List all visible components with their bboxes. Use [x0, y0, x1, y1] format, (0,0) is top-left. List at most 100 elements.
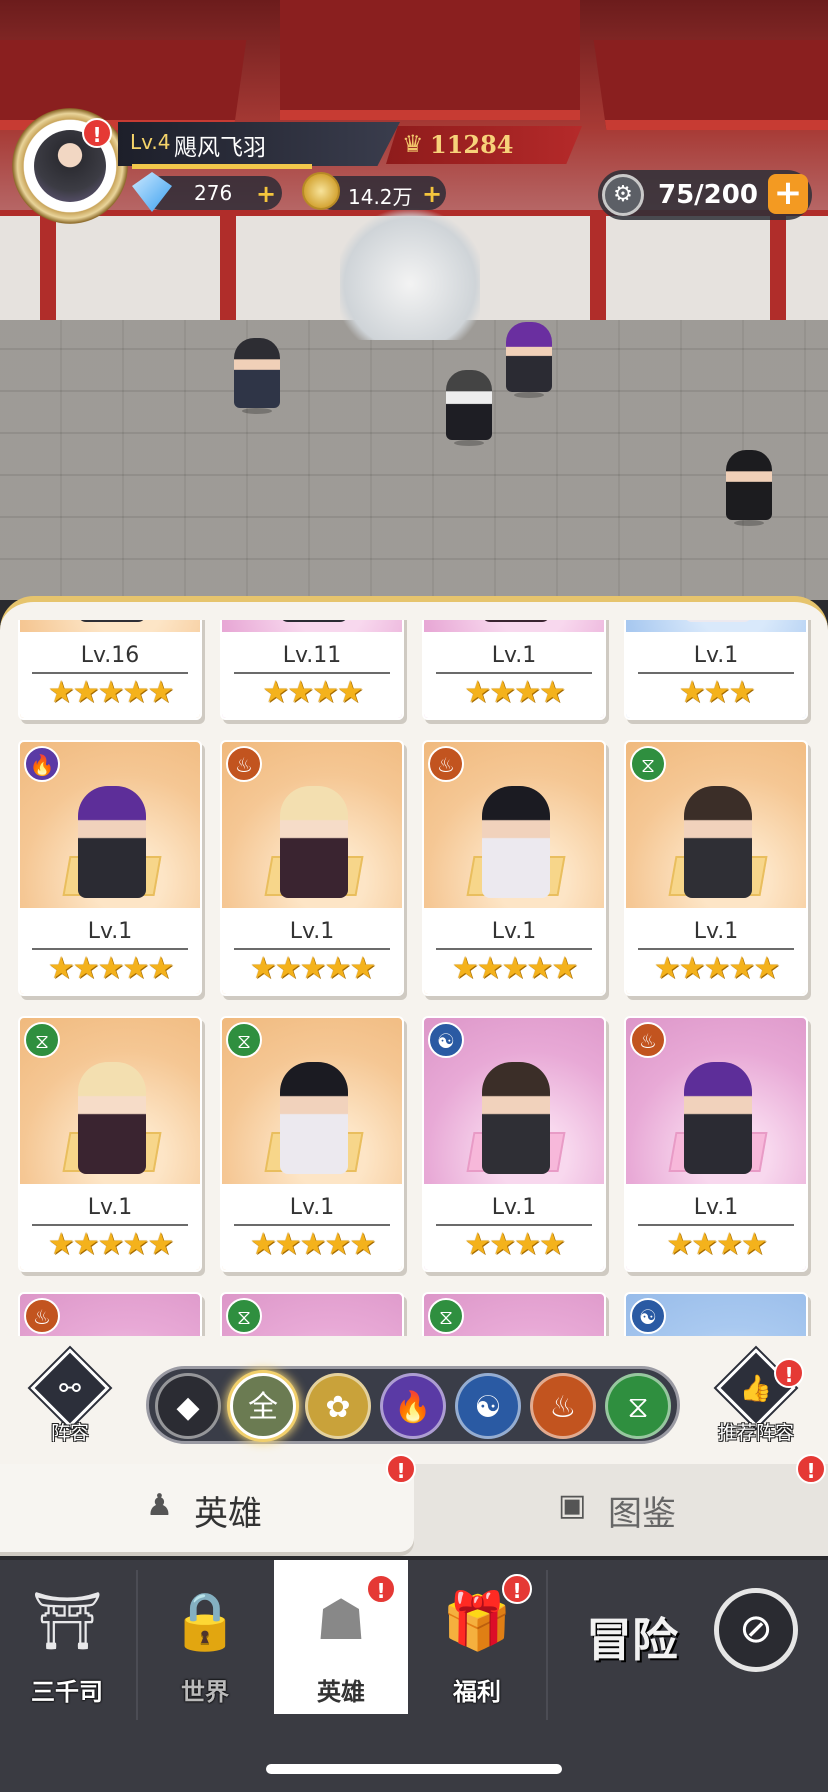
nav-sanqiansi[interactable]: ⛩ 三千司: [0, 1560, 134, 1720]
heroes-tab-alert-badge: !: [386, 1454, 416, 1484]
stamina-add-button[interactable]: +: [768, 174, 808, 214]
faction-monk-icon: ♨: [24, 1298, 60, 1334]
hero-level: Lv.11: [282, 643, 342, 668]
hero-portrait: [684, 1062, 752, 1174]
tab-codex[interactable]: ▣ 图鉴: [414, 1464, 828, 1552]
hero-card[interactable]: ♨ Lv.1 ★★★★★: [220, 740, 404, 996]
temple-pillar: [770, 210, 786, 320]
filter-swirl-button[interactable]: ☯: [455, 1373, 521, 1439]
recommend-lineup-label: 推荐阵容: [717, 1422, 794, 1444]
temple-roof-center: [280, 0, 580, 120]
faction-dna-icon: ⧖: [226, 1298, 262, 1334]
battle-scene: [0, 0, 828, 600]
lock-globe-icon: 🔒: [170, 1589, 240, 1654]
combat-power-bar: ♛ 11284: [386, 126, 582, 164]
filter-lotus-button[interactable]: ✿: [305, 1373, 371, 1439]
faction-monk-icon: ♨: [630, 1022, 666, 1058]
codex-tab-alert-badge: !: [796, 1454, 826, 1484]
hero-portrait: [78, 620, 146, 622]
faction-filter-bar: ◆ 全 ✿ 🔥 ☯ ♨ ⧖: [146, 1366, 680, 1444]
hero-level: Lv.1: [491, 643, 537, 668]
hero-card[interactable]: ⧖ Lv.1 ★★★★★: [220, 1016, 404, 1272]
hero-portrait: [482, 1062, 550, 1174]
hero-card-divider: [638, 1224, 794, 1226]
exp-progress: [132, 164, 312, 169]
tab-codex-label: 图鉴: [608, 1494, 676, 1534]
hero-level: Lv.1: [87, 1195, 133, 1220]
hero-card[interactable]: ♨: [18, 1292, 202, 1336]
tab-heroes-label: 英雄: [194, 1494, 262, 1534]
hero-card[interactable]: ♨ Lv.1 ★★★★: [624, 1016, 808, 1272]
hero-grid[interactable]: Lv.16 ★★★★★ Lv.11 ★★★★ Lv.1 ★★★★ Lv.1 ★★★ 🔥 Lv.1 ★…: [0, 620, 828, 1336]
fox-statue: [340, 200, 480, 340]
faction-dna-icon: ⧖: [226, 1022, 262, 1058]
hero-card[interactable]: ☯: [624, 1292, 808, 1336]
hero-portrait: [280, 620, 348, 622]
gold-coin-icon: [302, 172, 340, 210]
filter-dna-button[interactable]: ⧖: [605, 1373, 671, 1439]
nav-world[interactable]: 🔒 世界: [138, 1560, 272, 1720]
hero-star-rating: ★★★★★: [653, 951, 780, 986]
hero-card[interactable]: Lv.16 ★★★★★: [18, 620, 202, 720]
hero-card[interactable]: Lv.1 ★★★★: [422, 620, 606, 720]
lineup-button[interactable]: ⚯ 阵容: [22, 1348, 118, 1446]
hero-star-rating: ★★★★★: [249, 1227, 376, 1262]
hero-card[interactable]: ☯ Lv.1 ★★★★: [422, 1016, 606, 1272]
hero-star-rating: ★★★★: [262, 675, 364, 710]
hero-card[interactable]: Lv.11 ★★★★: [220, 620, 404, 720]
recommend-alert-badge: !: [774, 1358, 804, 1388]
hero-card[interactable]: Lv.1 ★★★: [624, 620, 808, 720]
nav-welfare-alert-badge: !: [502, 1574, 532, 1604]
filter-element-button[interactable]: ◆: [155, 1373, 221, 1439]
tab-heroes[interactable]: ♟ 英雄: [0, 1464, 414, 1552]
hero-card-divider: [32, 1224, 188, 1226]
gem-value: 276: [194, 181, 233, 205]
hero-star-rating: ★★★: [678, 675, 756, 710]
temple-pillar: [590, 210, 606, 320]
hero-card-divider: [436, 948, 592, 950]
hero-collection-panel: Lv.16 ★★★★★ Lv.11 ★★★★ Lv.1 ★★★★ Lv.1 ★★★ 🔥 Lv.1 ★…: [0, 596, 828, 1336]
hero-portrait: [78, 1062, 146, 1174]
adventure-button[interactable]: 冒险 ⊘: [556, 1560, 828, 1720]
player-name: 飓风飞羽: [174, 135, 266, 161]
filter-fire-button[interactable]: 🔥: [380, 1373, 446, 1439]
gold-add-button[interactable]: +: [422, 180, 442, 208]
nav-heroes-alert-badge: !: [366, 1574, 396, 1604]
crown-shield-icon: ♛: [402, 130, 424, 158]
hero-card-divider: [638, 672, 794, 674]
hero-card[interactable]: ♨ Lv.1 ★★★★★: [422, 740, 606, 996]
hero-card-divider: [234, 1224, 390, 1226]
hero-card[interactable]: ⧖ Lv.1 ★★★★★: [18, 1016, 202, 1272]
temple-roof-right: [593, 40, 828, 130]
hero-card-divider: [32, 948, 188, 950]
player-avatar[interactable]: [12, 108, 128, 224]
faction-dna-icon: ⧖: [630, 746, 666, 782]
hero-portrait: [482, 786, 550, 898]
hero-card-divider: [32, 672, 188, 674]
hero-card-divider: [638, 948, 794, 950]
stamina-counter: ⚙ 75/200 +: [598, 170, 812, 220]
filter-monk-button[interactable]: ♨: [530, 1373, 596, 1439]
enemy-nun: [726, 450, 772, 526]
hero-star-rating: ★★★★★: [47, 1227, 174, 1262]
hero-subtabs: ♟ 英雄 ! ▣ 图鉴 !: [0, 1454, 828, 1556]
avatar-alert-badge: !: [82, 118, 112, 148]
hero-fighter-swordsman: [234, 338, 280, 414]
hero-card[interactable]: 🔥 Lv.1 ★★★★★: [18, 740, 202, 996]
hero-portrait: [482, 620, 550, 622]
stone-floor: [0, 320, 828, 600]
filter-all-button[interactable]: 全: [230, 1373, 296, 1439]
hero-fighter-masked: [446, 370, 492, 446]
gem-add-button[interactable]: +: [256, 180, 276, 208]
hero-card[interactable]: ⧖: [220, 1292, 404, 1336]
stamina-value: 75/200: [658, 180, 758, 210]
nav-welfare-label: 福利: [453, 1678, 501, 1706]
gold-value: 14.2万: [348, 185, 413, 209]
adventure-label: 冒险: [586, 1613, 678, 1667]
hero-portrait: [280, 1062, 348, 1174]
filter-area: ⚯ 阵容 ◆ 全 ✿ 🔥 ☯ ♨ ⧖ 👍 推荐阵容 !: [0, 1336, 828, 1464]
hero-card[interactable]: ⧖: [422, 1292, 606, 1336]
hero-card[interactable]: ⧖ Lv.1 ★★★★★: [624, 740, 808, 996]
faction-fire-icon: 🔥: [24, 746, 60, 782]
hero-star-rating: ★★★★★: [47, 951, 174, 986]
